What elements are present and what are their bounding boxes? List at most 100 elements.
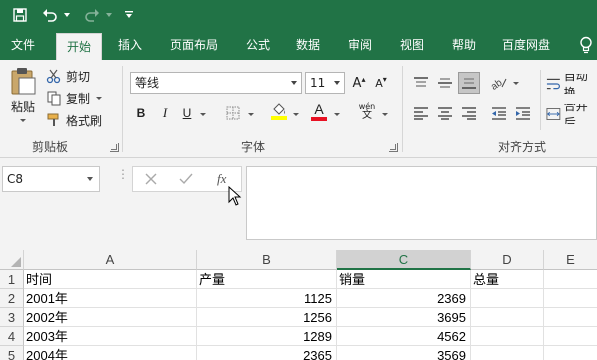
excel-window: 文件 开始 插入 页面布局 公式 数据 审阅 视图 帮助 百度网盘 粘贴 剪切 … — [0, 0, 597, 360]
font-name-combo[interactable]: 等线 — [130, 72, 302, 94]
table-cell[interactable]: 销量 — [337, 270, 471, 289]
table-cell[interactable] — [471, 308, 544, 327]
tab-review[interactable]: 审阅 — [338, 30, 382, 60]
fill-color-dropdown-icon[interactable] — [293, 113, 299, 116]
undo-dropdown-icon[interactable] — [62, 0, 72, 30]
table-cell[interactable] — [471, 346, 544, 360]
customize-toolbar-icon[interactable] — [122, 0, 136, 30]
tab-data[interactable]: 数据 — [286, 30, 330, 60]
column-header-a[interactable]: A — [24, 250, 197, 270]
table-cell[interactable] — [544, 346, 597, 360]
row-header[interactable]: 3 — [0, 308, 24, 327]
table-cell[interactable] — [471, 327, 544, 346]
tab-page-layout[interactable]: 页面布局 — [160, 30, 228, 60]
align-right-button[interactable] — [458, 102, 480, 124]
paste-dropdown-icon[interactable] — [20, 119, 26, 122]
font-launcher-icon[interactable] — [389, 143, 398, 152]
table-cell[interactable] — [544, 270, 597, 289]
fill-color-button[interactable] — [268, 100, 290, 122]
phonetic-char-icon: 文 — [362, 110, 372, 121]
align-bottom-button[interactable] — [458, 72, 480, 94]
font-color-button[interactable]: A — [308, 100, 330, 122]
column-header-d[interactable]: D — [471, 250, 544, 270]
align-left-button[interactable] — [410, 102, 432, 124]
wrap-text-button[interactable]: 自动换 — [546, 74, 597, 94]
underline-button[interactable]: U — [176, 102, 198, 124]
name-box[interactable]: C8 — [2, 166, 100, 192]
borders-dropdown-icon[interactable] — [248, 113, 254, 116]
table-cell[interactable]: 2002年 — [24, 308, 197, 327]
row-header[interactable]: 1 — [0, 270, 24, 289]
drag-handle-icon[interactable]: ⋮ — [117, 168, 129, 180]
tab-file[interactable]: 文件 — [0, 30, 46, 60]
row-header[interactable]: 5 — [0, 346, 24, 360]
column-header-e[interactable]: E — [544, 250, 597, 270]
copy-button[interactable]: 复制 — [46, 88, 103, 108]
cut-button[interactable]: 剪切 — [46, 66, 90, 86]
borders-button[interactable] — [222, 102, 244, 124]
column-header-c[interactable]: C — [337, 250, 471, 270]
table-cell[interactable]: 1125 — [197, 289, 337, 308]
row-header[interactable]: 4 — [0, 327, 24, 346]
align-middle-button[interactable] — [434, 72, 456, 94]
table-cell[interactable]: 2003年 — [24, 327, 197, 346]
increase-font-button[interactable]: A ▴ — [348, 72, 370, 94]
decrease-font-button[interactable]: A ▾ — [370, 72, 392, 94]
font-size-value: 11 — [310, 76, 326, 90]
tab-baidu-netdisk[interactable]: 百度网盘 — [494, 30, 558, 60]
clipboard-launcher-icon[interactable] — [110, 143, 119, 152]
table-cell[interactable] — [471, 289, 544, 308]
phonetic-dropdown-icon[interactable] — [382, 113, 388, 116]
paste-button[interactable]: 粘贴 — [6, 66, 40, 130]
table-cell[interactable]: 2365 — [197, 346, 337, 360]
merge-center-button[interactable]: 合并后 — [546, 104, 597, 124]
align-top-button[interactable] — [410, 72, 432, 94]
redo-dropdown-icon[interactable] — [104, 0, 114, 30]
table-cell[interactable]: 4562 — [337, 327, 471, 346]
column-header-b[interactable]: B — [197, 250, 337, 270]
table-cell[interactable]: 时间 — [24, 270, 197, 289]
redo-icon[interactable] — [82, 0, 102, 30]
lightbulb-icon[interactable] — [579, 36, 593, 54]
insert-function-button[interactable]: fx — [217, 171, 226, 187]
enter-check-icon[interactable] — [179, 173, 193, 185]
tab-insert[interactable]: 插入 — [108, 30, 152, 60]
orientation-dropdown-icon[interactable] — [513, 82, 519, 85]
scissors-icon — [46, 69, 61, 84]
table-cell[interactable]: 3569 — [337, 346, 471, 360]
formula-input[interactable] — [246, 166, 597, 240]
phonetic-guide-button[interactable]: wén 文 — [356, 100, 378, 122]
decrease-indent-button[interactable] — [488, 102, 510, 124]
table-cell[interactable]: 2369 — [337, 289, 471, 308]
undo-icon[interactable] — [40, 0, 60, 30]
table-cell[interactable]: 2004年 — [24, 346, 197, 360]
table-cell[interactable] — [544, 289, 597, 308]
increase-indent-button[interactable] — [512, 102, 534, 124]
copy-dropdown-icon[interactable] — [96, 96, 103, 100]
font-size-combo[interactable]: 11 — [305, 72, 345, 94]
table-cell[interactable]: 总量 — [471, 270, 544, 289]
tab-help[interactable]: 帮助 — [442, 30, 486, 60]
tab-view[interactable]: 视图 — [390, 30, 434, 60]
save-icon[interactable] — [10, 0, 30, 30]
table-cell[interactable]: 1256 — [197, 308, 337, 327]
font-color-dropdown-icon[interactable] — [334, 113, 340, 116]
table-cell[interactable]: 2001年 — [24, 289, 197, 308]
underline-dropdown-icon[interactable] — [200, 113, 206, 116]
table-cell[interactable]: 1289 — [197, 327, 337, 346]
tab-home[interactable]: 开始 — [56, 33, 102, 60]
table-cell[interactable] — [544, 308, 597, 327]
row-header[interactable]: 2 — [0, 289, 24, 308]
title-bar — [0, 0, 597, 30]
table-cell[interactable] — [544, 327, 597, 346]
select-all-corner[interactable] — [0, 250, 24, 270]
bold-button[interactable]: B — [130, 102, 152, 124]
table-cell[interactable]: 产量 — [197, 270, 337, 289]
table-cell[interactable]: 3695 — [337, 308, 471, 327]
orientation-button[interactable]: ab — [488, 72, 510, 94]
align-center-button[interactable] — [434, 102, 456, 124]
tab-formulas[interactable]: 公式 — [236, 30, 280, 60]
italic-button[interactable]: I — [154, 102, 176, 124]
format-painter-button[interactable]: 格式刷 — [46, 110, 102, 130]
cancel-icon[interactable] — [145, 173, 157, 185]
